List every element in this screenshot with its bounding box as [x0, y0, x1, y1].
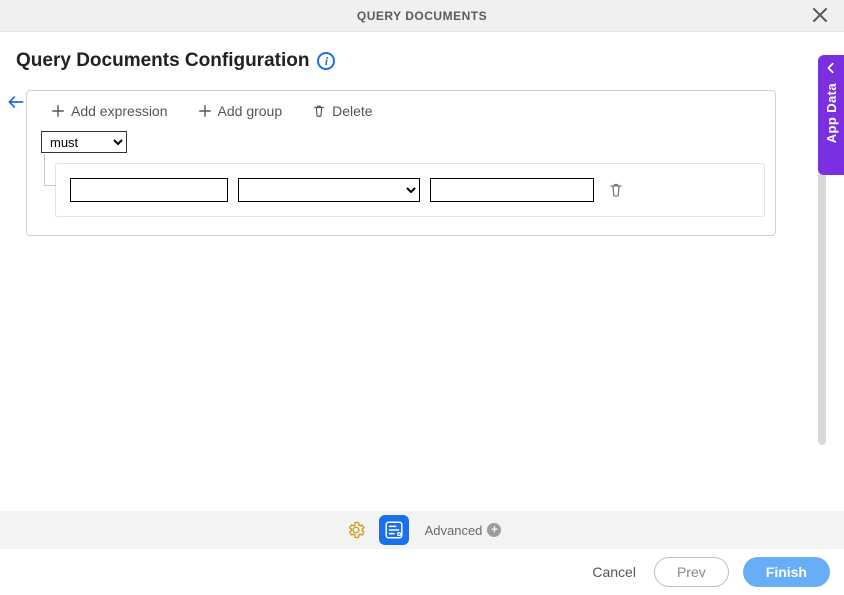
finish-button[interactable]: Finish: [743, 557, 830, 587]
chevron-left-icon: [824, 61, 838, 75]
plus-icon: [198, 104, 212, 118]
group-operator-row: mustmust_notshould: [41, 131, 765, 153]
page-title: Query Documents Configuration: [16, 50, 309, 72]
add-expression-button[interactable]: Add expression: [51, 103, 168, 119]
add-group-button[interactable]: Add group: [198, 103, 283, 119]
gear-icon: [346, 520, 366, 540]
advanced-toggle[interactable]: Advanced +: [425, 523, 502, 538]
back-button[interactable]: [6, 92, 26, 115]
delete-button[interactable]: Delete: [312, 103, 372, 119]
close-button[interactable]: [806, 5, 834, 28]
settings-button[interactable]: [343, 517, 369, 543]
app-data-tab-label: App Data: [824, 83, 839, 143]
dialog-footer: Cancel Prev Finish: [0, 549, 844, 595]
expression-value-input[interactable]: [430, 178, 594, 202]
titlebar: QUERY DOCUMENTS: [0, 0, 844, 32]
prev-button[interactable]: Prev: [654, 557, 729, 587]
trash-icon: [608, 182, 624, 198]
group-operator-select[interactable]: mustmust_notshould: [41, 131, 127, 153]
tree-connector: [44, 154, 56, 186]
dialog-title: QUERY DOCUMENTS: [357, 9, 487, 23]
expression-field-input[interactable]: [70, 178, 228, 202]
page-header: Query Documents Configuration i: [16, 50, 826, 72]
form-icon: [383, 519, 405, 541]
query-builder-panel: Add expression Add group Delete mustmust…: [26, 90, 776, 236]
plus-circle-icon: +: [487, 523, 501, 537]
advanced-label: Advanced: [425, 523, 483, 538]
add-group-label: Add group: [218, 103, 283, 119]
info-icon[interactable]: i: [317, 52, 335, 70]
form-view-button[interactable]: [379, 515, 409, 545]
arrow-left-icon: [6, 92, 26, 112]
expression-delete-button[interactable]: [608, 182, 624, 198]
app-data-tab[interactable]: App Data: [818, 55, 844, 175]
bottom-toolbar: Advanced +: [0, 511, 844, 549]
trash-icon: [312, 104, 326, 118]
plus-icon: [51, 104, 65, 118]
add-expression-label: Add expression: [71, 103, 168, 119]
expression-row: [55, 163, 765, 217]
main-content: Query Documents Configuration i Add expr…: [0, 32, 844, 510]
query-toolbar: Add expression Add group Delete: [37, 99, 765, 129]
cancel-button[interactable]: Cancel: [588, 558, 640, 586]
close-icon: [812, 7, 828, 23]
expression-operator-select[interactable]: [238, 178, 420, 202]
delete-label: Delete: [332, 103, 372, 119]
